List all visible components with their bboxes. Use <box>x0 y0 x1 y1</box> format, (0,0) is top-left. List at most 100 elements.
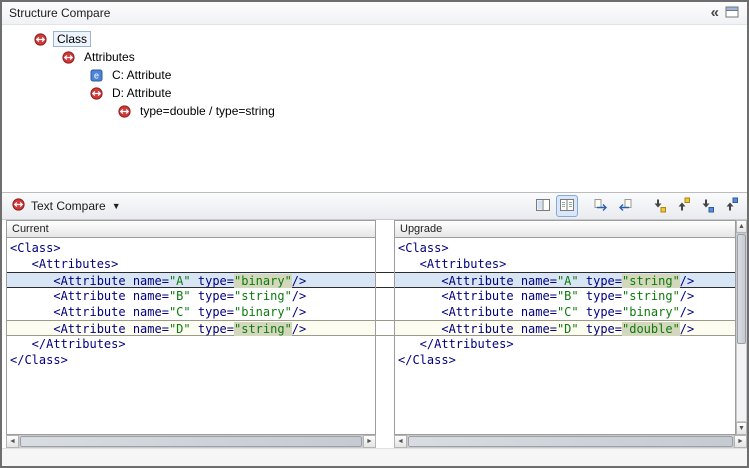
diff-highlight: "string" <box>234 322 292 336</box>
xml-string: "binary" <box>622 305 680 319</box>
xml-markup: <Class> <box>10 241 61 255</box>
xml-markup: <Attribute name= <box>398 274 557 288</box>
diff-code-line[interactable]: <Attribute name="D" type="string"/> <box>7 320 375 336</box>
left-code-pane[interactable]: <Class> <Attributes> <Attribute name="A"… <box>6 238 376 435</box>
change-icon <box>118 105 133 118</box>
code-line[interactable]: <Class> <box>395 240 735 256</box>
svg-text:e: e <box>94 70 99 80</box>
vertical-scrollbar-thumb[interactable] <box>737 234 746 344</box>
xml-markup: /> <box>680 305 694 319</box>
xml-markup: <Attribute name= <box>10 322 169 336</box>
code-line[interactable]: </Attributes> <box>395 336 735 352</box>
xml-markup: type= <box>579 322 622 336</box>
vertical-scrollbar: ▲ ▼ <box>736 220 747 435</box>
xml-string: "A" <box>557 274 579 288</box>
diff-connector-selected <box>376 272 394 288</box>
text-compare-toolbar <box>531 195 743 217</box>
tree-item-label: D: Attribute <box>109 86 174 100</box>
element-icon: e <box>90 69 105 82</box>
xml-string: "C" <box>557 305 579 319</box>
next-difference-button[interactable] <box>648 195 670 217</box>
diff-connector-gutter <box>376 238 394 435</box>
up-arrow-blue-icon <box>723 197 739 216</box>
xml-markup: type= <box>191 289 234 303</box>
xml-markup: <Attribute name= <box>398 289 557 303</box>
xml-markup: </Attributes> <box>398 337 514 351</box>
xml-markup: <Attribute name= <box>398 322 557 336</box>
xml-markup: /> <box>292 274 306 288</box>
scroll-right-icon[interactable]: ► <box>734 435 747 448</box>
tree-item-label: C: Attribute <box>109 68 174 82</box>
scroll-down-icon[interactable]: ▼ <box>736 422 747 435</box>
xml-markup: type= <box>191 305 234 319</box>
diff-highlight: "double" <box>622 322 680 336</box>
xml-markup: </Class> <box>398 353 456 367</box>
down-arrow-yellow-icon <box>651 197 667 216</box>
xml-string: "A" <box>169 274 191 288</box>
previous-change-button[interactable] <box>720 195 742 217</box>
two-way-layout-button[interactable] <box>532 195 554 217</box>
xml-markup: <Class> <box>398 241 449 255</box>
code-line[interactable]: <Attribute name="C" type="binary"/> <box>7 304 375 320</box>
scroll-up-icon[interactable]: ▲ <box>736 220 747 233</box>
two-panes-icon <box>535 197 551 216</box>
code-line[interactable]: <Attributes> <box>7 256 375 272</box>
left-horizontal-scrollbar-thumb[interactable] <box>20 436 362 447</box>
xml-markup: /> <box>292 289 306 303</box>
text-compare-title: Text Compare <box>31 199 106 213</box>
xml-markup: /> <box>680 322 694 336</box>
tree-item-label: Class <box>53 31 91 47</box>
text-compare-menu-button[interactable]: Text Compare ▼ <box>6 197 127 215</box>
structure-compare-title: Structure Compare <box>2 6 110 20</box>
xml-markup: <Attributes> <box>10 257 118 271</box>
code-line[interactable]: </Attributes> <box>7 336 375 352</box>
right-horizontal-scrollbar: ◄ ► <box>394 435 747 448</box>
next-change-button[interactable] <box>696 195 718 217</box>
xml-string: "C" <box>169 305 191 319</box>
synchronize-scrolling-button[interactable] <box>556 195 578 217</box>
copy-left-to-right-button[interactable] <box>590 195 612 217</box>
tree-item[interactable]: Attributes <box>2 48 747 66</box>
code-line[interactable]: <Attribute name="B" type="string"/> <box>7 288 375 304</box>
xml-markup: /> <box>292 322 306 336</box>
xml-markup: </Class> <box>10 353 68 367</box>
tree-item[interactable]: type=double / type=string <box>2 102 747 120</box>
xml-string: "string" <box>622 289 680 303</box>
scroll-right-icon[interactable]: ► <box>363 435 376 448</box>
code-line[interactable]: </Class> <box>7 352 375 368</box>
copy-right-to-left-button[interactable] <box>614 195 636 217</box>
structure-compare-tree: ClassAttributes e C: Attribute D: Attribute… <box>2 26 747 194</box>
right-horizontal-scrollbar-thumb[interactable] <box>408 436 733 447</box>
structure-compare-header: Structure Compare « <box>2 2 747 25</box>
code-line[interactable]: </Class> <box>395 352 735 368</box>
code-line[interactable]: <Attributes> <box>395 256 735 272</box>
collapse-all-icon[interactable]: « <box>711 6 719 20</box>
compare-editor-window: Structure Compare « ClassAttributes e C: A… <box>0 0 749 468</box>
code-line[interactable]: <Attribute name="C" type="binary"/> <box>395 304 735 320</box>
xml-markup: type= <box>191 322 234 336</box>
maximize-button[interactable] <box>725 6 739 21</box>
up-arrow-yellow-icon <box>675 197 691 216</box>
diff-highlight: "string" <box>622 274 680 288</box>
tree-item[interactable]: D: Attribute <box>2 84 747 102</box>
xml-markup: /> <box>680 289 694 303</box>
copy-right-arrow-icon <box>593 197 609 216</box>
synchronized-panes-icon <box>559 197 575 216</box>
diff-code-line[interactable]: <Attribute name="D" type="double"/> <box>395 320 735 336</box>
text-compare-header: Text Compare ▼ <box>2 192 747 220</box>
xml-string: "B" <box>169 289 191 303</box>
code-line[interactable]: <Attribute name="B" type="string"/> <box>395 288 735 304</box>
tree-item[interactable]: e C: Attribute <box>2 66 747 84</box>
code-line[interactable]: <Class> <box>7 240 375 256</box>
previous-difference-button[interactable] <box>672 195 694 217</box>
diff-code-line[interactable]: <Attribute name="A" type="binary"/> <box>7 272 375 288</box>
tree-item[interactable]: Class <box>2 30 747 48</box>
xml-markup: <Attribute name= <box>10 289 169 303</box>
scroll-left-icon[interactable]: ◄ <box>394 435 407 448</box>
xml-string: "D" <box>557 322 579 336</box>
diff-connector <box>376 320 394 336</box>
diff-code-line[interactable]: <Attribute name="A" type="string"/> <box>395 272 735 288</box>
scroll-left-icon[interactable]: ◄ <box>6 435 19 448</box>
diff-highlight: "binary" <box>234 274 292 288</box>
right-code-pane[interactable]: <Class> <Attributes> <Attribute name="A"… <box>394 238 736 435</box>
